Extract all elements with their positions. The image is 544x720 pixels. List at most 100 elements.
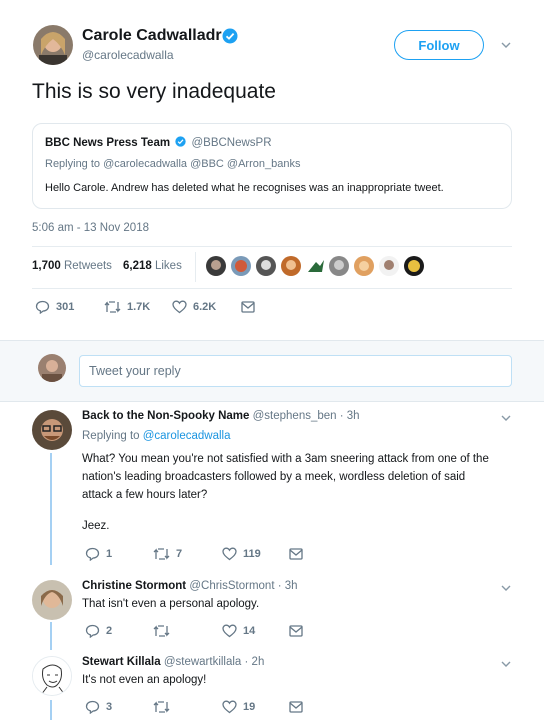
verified-badge-icon xyxy=(175,136,186,147)
reply-author-name[interactable]: Back to the Non-Spooky Name xyxy=(82,410,249,422)
chevron-down-icon[interactable] xyxy=(500,413,512,423)
author-name[interactable]: Carole Cadwalladr xyxy=(82,27,222,45)
liker-avatar[interactable] xyxy=(281,256,301,276)
replying-handle[interactable]: @carolecadwalla xyxy=(143,430,231,442)
likes-stat[interactable]: 6,218 Likes xyxy=(123,260,182,272)
reply-count: 1 xyxy=(106,548,113,560)
follow-button[interactable]: Follow xyxy=(394,30,484,60)
retweet-icon xyxy=(153,701,170,713)
thread-line xyxy=(50,700,52,720)
liker-avatars xyxy=(206,256,426,278)
retweet-icon xyxy=(153,548,170,560)
likes-label: Likes xyxy=(154,260,182,272)
author-handle[interactable]: @carolecadwalla xyxy=(82,48,174,62)
heart-icon xyxy=(222,624,237,638)
author-avatar[interactable] xyxy=(33,25,73,65)
reply-text-extra: Jeez. xyxy=(82,520,110,532)
retweets-label: Retweets xyxy=(63,260,112,272)
reply-avatar[interactable] xyxy=(32,580,72,620)
liker-avatar[interactable] xyxy=(306,256,326,276)
retweet-icon xyxy=(153,625,170,637)
retweet-icon xyxy=(104,301,121,313)
stats-separator xyxy=(195,252,196,282)
retweet-count: 1.7K xyxy=(127,301,151,313)
envelope-icon xyxy=(289,548,303,560)
replying-prefix: Replying to xyxy=(82,430,143,442)
like-action[interactable]: 19 xyxy=(222,700,255,714)
reply-action[interactable]: 3 xyxy=(85,700,112,714)
direct-message-action[interactable] xyxy=(241,301,261,313)
liker-avatar[interactable] xyxy=(256,256,276,276)
thread-line xyxy=(50,453,52,565)
reply-replying-to: Replying to @carolecadwalla xyxy=(82,430,230,442)
retweet-action[interactable]: 7 xyxy=(153,547,182,561)
reply-header: Stewart Killala @stewartkillala · 2h xyxy=(82,656,264,668)
chevron-down-icon[interactable] xyxy=(500,659,512,669)
reply-text-line: nation's leading broadcasters followed b… xyxy=(82,471,466,483)
retweets-count: 1,700 xyxy=(32,260,61,272)
heart-icon xyxy=(222,547,237,561)
reply-avatar[interactable] xyxy=(32,410,72,450)
tweet-timestamp[interactable]: 5:06 am - 13 Nov 2018 xyxy=(32,222,149,234)
reply-action[interactable]: 301 xyxy=(35,300,74,314)
reply-count: 3 xyxy=(106,701,113,713)
retweet-count: 7 xyxy=(176,548,183,560)
quoted-author-handle: @BBCNewsPR xyxy=(191,137,272,149)
quoted-tweet-text: Hello Carole. Andrew has deleted what he… xyxy=(45,182,444,194)
direct-message-action[interactable] xyxy=(289,701,309,713)
liker-avatar[interactable] xyxy=(379,256,399,276)
reply-text: What? You mean you're not satisfied with… xyxy=(82,450,489,504)
like-count: 6.2K xyxy=(193,301,217,313)
envelope-icon xyxy=(289,625,303,637)
retweet-action[interactable] xyxy=(153,624,176,638)
reply-action[interactable]: 1 xyxy=(85,547,112,561)
direct-message-action[interactable] xyxy=(289,625,309,637)
like-action[interactable]: 6.2K xyxy=(172,300,216,314)
retweets-stat[interactable]: 1,700 Retweets xyxy=(32,260,112,272)
thread-line xyxy=(50,622,52,650)
retweet-action[interactable] xyxy=(153,700,176,714)
reply-count: 301 xyxy=(56,301,75,313)
envelope-icon xyxy=(289,701,303,713)
reply-meta[interactable]: @stephens_ben · 3h xyxy=(253,410,360,422)
direct-message-action[interactable] xyxy=(289,548,309,560)
reply-author-name[interactable]: Christine Stormont xyxy=(82,580,186,592)
like-count: 14 xyxy=(243,625,256,637)
like-action[interactable]: 119 xyxy=(222,547,261,561)
divider xyxy=(32,288,512,289)
heart-icon xyxy=(222,700,237,714)
liker-avatar[interactable] xyxy=(231,256,251,276)
liker-avatar[interactable] xyxy=(206,256,226,276)
reply-header: Christine Stormont @ChrisStormont · 3h xyxy=(82,580,298,592)
retweet-action[interactable]: 1.7K xyxy=(104,300,150,314)
reply-icon xyxy=(85,700,100,714)
reply-meta[interactable]: @ChrisStormont · 3h xyxy=(189,580,297,592)
liker-avatar[interactable] xyxy=(354,256,374,276)
reply-header: Back to the Non-Spooky Name @stephens_be… xyxy=(82,410,360,422)
reply-text: That isn't even a personal apology. xyxy=(82,598,260,610)
reply-meta[interactable]: @stewartkillala · 2h xyxy=(164,656,265,668)
heart-icon xyxy=(172,300,187,314)
reply-icon xyxy=(85,547,100,561)
like-action[interactable]: 14 xyxy=(222,624,255,638)
liker-avatar[interactable] xyxy=(404,256,424,276)
reply-input[interactable]: Tweet your reply xyxy=(79,355,512,387)
reply-text-line: attack a few hours later? xyxy=(82,489,208,501)
liker-avatar[interactable] xyxy=(329,256,349,276)
like-count: 119 xyxy=(243,548,261,560)
chevron-down-icon[interactable] xyxy=(500,583,512,593)
verified-badge-icon xyxy=(222,28,238,44)
likes-count: 6,218 xyxy=(123,260,152,272)
reply-count: 2 xyxy=(106,625,113,637)
like-count: 19 xyxy=(243,701,256,713)
current-user-avatar[interactable] xyxy=(38,354,66,382)
reply-icon xyxy=(85,624,100,638)
reply-avatar[interactable] xyxy=(32,656,72,696)
divider xyxy=(0,340,544,341)
divider xyxy=(32,246,512,247)
quoted-tweet[interactable]: BBC News Press Team @BBCNewsPR Replying … xyxy=(32,123,512,209)
chevron-down-icon[interactable] xyxy=(500,40,512,50)
reply-text-line: What? You mean you're not satisfied with… xyxy=(82,453,489,465)
reply-author-name[interactable]: Stewart Killala xyxy=(82,656,161,668)
reply-action[interactable]: 2 xyxy=(85,624,112,638)
